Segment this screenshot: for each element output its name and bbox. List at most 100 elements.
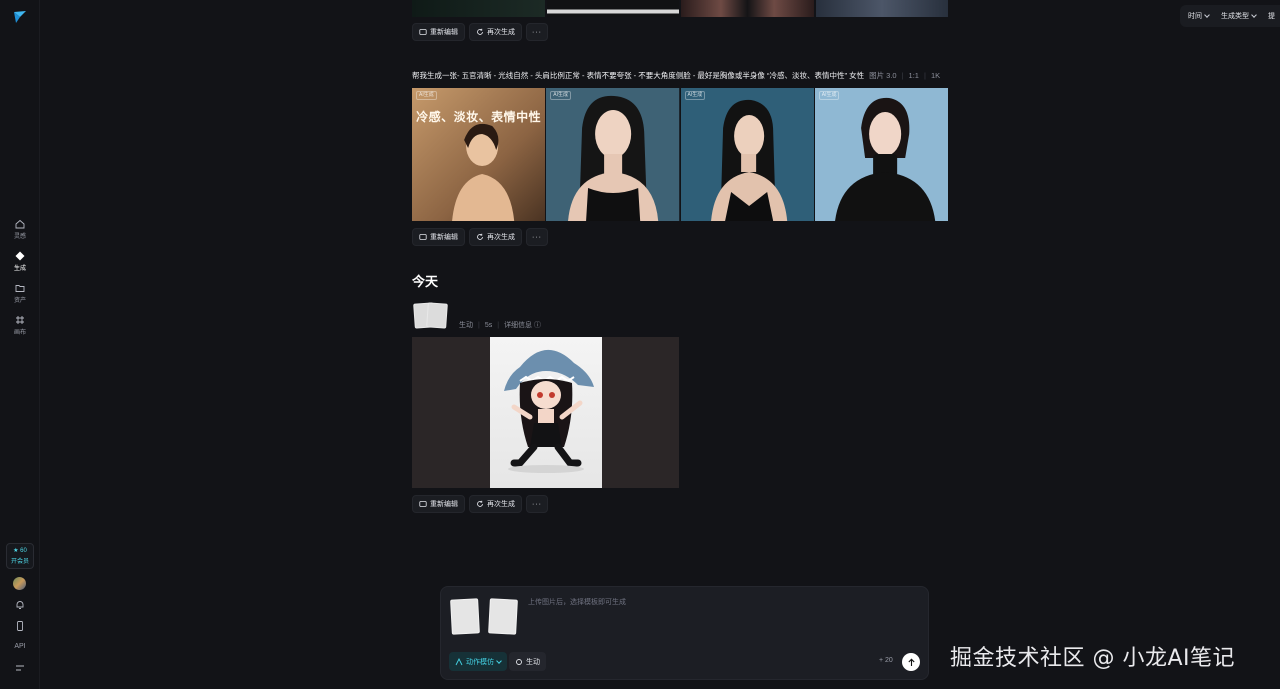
uploaded-image-thumbnail[interactable]	[450, 598, 480, 635]
more-button[interactable]: ···	[526, 228, 548, 246]
generated-image[interactable]: AI生成 冷感、淡妆、表情中性	[412, 88, 546, 221]
ai-generated-tag: AI生成	[684, 91, 706, 100]
chibi-character-illustration	[504, 349, 594, 473]
separator: |	[923, 70, 926, 80]
chevron-down-icon	[1251, 12, 1257, 18]
separator: |	[478, 321, 480, 329]
vip-badge[interactable]: ★ 60 开会员	[6, 543, 34, 569]
prompt-composer: 上传图片后，选择模板即可生成 动作模仿 生动 + 20	[440, 586, 929, 680]
portrait-illustration	[680, 88, 814, 221]
nav-generate[interactable]: 生成	[0, 251, 40, 277]
prompt-input[interactable]: 上传图片后，选择模板即可生成	[528, 597, 626, 607]
filter-time-label: 时间	[1188, 13, 1202, 20]
generated-image[interactable]: AI生成	[814, 88, 948, 221]
generated-image[interactable]: AI生成	[546, 88, 680, 221]
resolution-label: 1K	[930, 70, 941, 80]
filter-type[interactable]: 生成类型	[1221, 11, 1257, 21]
regenerate-label: 再次生成	[487, 234, 515, 241]
previous-image-strip	[412, 0, 948, 17]
details-link[interactable]: 详细信息 ⓘ	[504, 320, 541, 330]
image-grid: AI生成 冷感、淡妆、表情中性 AI生成 AI生成 AI生成	[412, 88, 948, 221]
left-sidebar: 灵感 生成 资产 画布 ★ 60 开会员 API	[0, 0, 40, 689]
poster-title: 冷感、淡妆、表情中性	[416, 110, 542, 124]
top-filter-bar: 时间 生成类型 提	[1180, 5, 1280, 27]
previous-image[interactable]	[815, 0, 948, 17]
more-button[interactable]: ···	[526, 495, 548, 513]
separator: |	[497, 321, 500, 329]
api-link[interactable]: API	[10, 643, 30, 650]
nav-canvas-label: 画布	[13, 330, 26, 336]
generation-meta: 生动 | 5s | 详细信息 ⓘ	[459, 320, 541, 330]
edit-icon	[419, 29, 427, 35]
filter-type-label: 生成类型	[1221, 13, 1249, 20]
edit-icon	[419, 234, 427, 240]
action-row: 重新编辑 再次生成 ···	[412, 495, 548, 513]
app-root: 灵感 生成 资产 画布 ★ 60 开会员 API 时间 生成类型 提 重新编辑 …	[0, 0, 1280, 689]
prompt-text: 帮我生成一张- 五官清晰 - 光线自然 - 头肩比例正常 - 表情不要夸张 - …	[412, 70, 865, 80]
re-edit-label: 重新编辑	[430, 501, 458, 508]
chevron-down-icon	[1204, 12, 1210, 18]
generated-image[interactable]: AI生成	[680, 88, 814, 221]
menu-icon[interactable]	[14, 662, 26, 674]
video-content	[490, 337, 602, 488]
home-icon	[15, 219, 25, 229]
section-title-today: 今天	[412, 274, 439, 289]
nav-assets[interactable]: 资产	[0, 283, 40, 309]
re-edit-button[interactable]: 重新编辑	[412, 495, 465, 513]
nav-generate-label: 生成	[13, 266, 26, 272]
portrait-illustration	[546, 88, 680, 221]
previous-image[interactable]	[681, 0, 814, 17]
style-button[interactable]: 生动	[509, 652, 546, 671]
nav-inspiration[interactable]: 灵感	[0, 219, 40, 245]
diamond-icon	[15, 251, 25, 261]
re-edit-label: 重新编辑	[430, 234, 458, 241]
send-button[interactable]	[902, 653, 920, 671]
credit-cost: + 20	[879, 657, 893, 664]
regenerate-label: 再次生成	[487, 29, 515, 36]
user-avatar[interactable]	[13, 577, 26, 590]
more-button[interactable]: ···	[526, 23, 548, 41]
regenerate-button[interactable]: 再次生成	[469, 495, 522, 513]
style-button-label: 生动	[526, 658, 540, 666]
mode-select-button[interactable]: 动作模仿	[449, 652, 507, 671]
filter-time[interactable]: 时间	[1188, 11, 1210, 21]
ratio-label: 1:1	[908, 70, 919, 80]
bell-icon[interactable]	[14, 599, 26, 611]
action-row: 重新编辑 再次生成 ···	[412, 228, 548, 246]
canvas-icon	[16, 316, 24, 324]
regenerate-button[interactable]: 再次生成	[469, 228, 522, 246]
regenerate-label: 再次生成	[487, 501, 515, 508]
vip-points: ★ 60	[13, 548, 27, 554]
action-row: 重新编辑 再次生成 ···	[412, 23, 548, 41]
ai-generated-tag: AI生成	[416, 91, 437, 100]
previous-image[interactable]	[412, 0, 545, 17]
re-edit-label: 重新编辑	[430, 29, 458, 36]
generation-duration: 5s	[484, 321, 493, 329]
chevron-down-icon	[496, 657, 502, 664]
nav-canvas[interactable]: 画布	[0, 315, 40, 341]
refresh-icon	[477, 233, 483, 240]
nav-inspiration-label: 灵感	[13, 234, 26, 240]
portrait-illustration	[814, 88, 948, 221]
ai-generated-tag: AI生成	[818, 91, 840, 100]
regenerate-button[interactable]: 再次生成	[469, 23, 522, 41]
previous-image[interactable]	[546, 0, 679, 17]
watermark-text: 掘金技术社区 @ 小龙AI笔记	[950, 646, 1236, 671]
generated-video[interactable]	[412, 337, 679, 488]
phone-icon[interactable]	[14, 620, 26, 632]
filter-extra[interactable]: 提	[1268, 11, 1275, 21]
vip-open-label: 开会员	[10, 559, 29, 565]
generation-mode: 生动	[459, 322, 473, 329]
uploaded-image-thumbnail[interactable]	[488, 598, 518, 635]
edit-icon	[419, 501, 427, 507]
reference-image	[426, 302, 448, 329]
refresh-icon	[477, 28, 483, 35]
ai-generated-tag: AI生成	[550, 91, 571, 100]
nav-assets-label: 资产	[13, 298, 26, 304]
re-edit-button[interactable]: 重新编辑	[412, 23, 465, 41]
folder-icon	[15, 285, 25, 292]
motion-icon	[455, 657, 463, 665]
logo-icon[interactable]	[12, 9, 28, 25]
re-edit-button[interactable]: 重新编辑	[412, 228, 465, 246]
reference-thumbnails[interactable]	[412, 302, 452, 331]
